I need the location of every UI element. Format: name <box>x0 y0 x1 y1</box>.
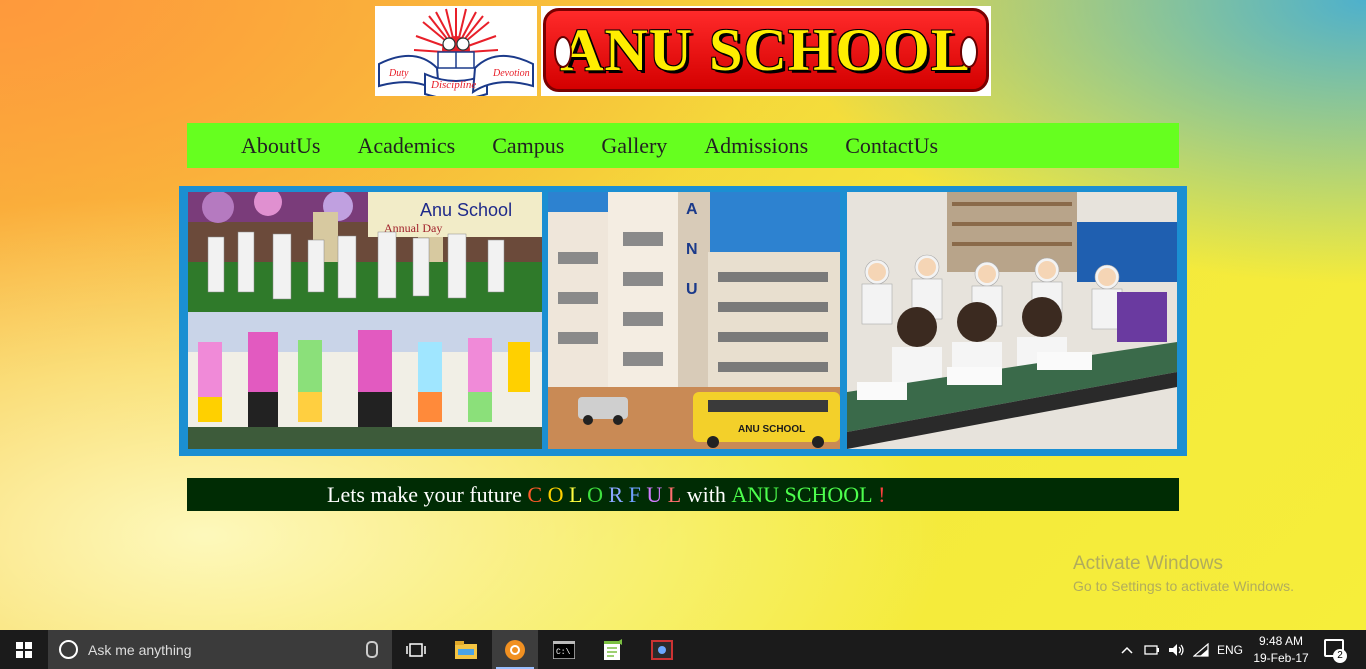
snipping-tool-icon <box>651 639 673 660</box>
photo-annual-day: Anu School Annual Day <box>188 192 542 449</box>
nav-academics[interactable]: Academics <box>357 133 455 159</box>
building-letter-u: U <box>686 281 698 298</box>
building-letter-n: N <box>686 241 698 258</box>
start-button[interactable] <box>0 630 48 669</box>
taskbar-notepad-plus[interactable] <box>590 630 636 669</box>
photo-gallery: Anu School Annual Day A N U ANU SCHOOL <box>179 186 1187 456</box>
photo-campus-building: A N U ANU SCHOOL <box>548 192 840 449</box>
watermark-title: Activate Windows <box>1073 553 1223 574</box>
task-view-button[interactable] <box>393 630 439 669</box>
notepad-icon <box>604 638 622 660</box>
chevron-up-icon <box>1121 646 1133 654</box>
notification-count-badge: 2 <box>1333 649 1347 663</box>
windows-logo-icon <box>16 641 32 658</box>
browser-icon <box>505 639 525 660</box>
show-hidden-icons[interactable] <box>1121 630 1133 669</box>
tagline-letter: L <box>568 481 588 507</box>
tagline-letter: U <box>646 481 668 507</box>
tagline-school: ANU SCHOOL <box>731 481 873 507</box>
banner-dot-left <box>554 36 572 68</box>
nav-admissions[interactable]: Admissions <box>704 133 808 159</box>
logo-word-discipline: Discipline <box>430 79 476 91</box>
tray-power[interactable] <box>1144 630 1160 669</box>
banner-title: ANU SCHOOL <box>560 16 972 83</box>
nav-campus[interactable]: Campus <box>492 133 564 159</box>
battery-icon <box>1144 644 1159 655</box>
task-view-icon <box>406 642 426 657</box>
windows-taskbar: Ask me anything C:\ ENG 9:48 AM 19-Feb-1… <box>0 630 1366 669</box>
taskbar-clock[interactable]: 9:48 AM 19-Feb-17 <box>1248 633 1314 667</box>
nav-gallery[interactable]: Gallery <box>601 133 667 159</box>
wifi-icon <box>1193 642 1209 657</box>
banner-pill: ANU SCHOOL <box>543 8 989 92</box>
school-banner: ANU SCHOOL <box>541 6 991 96</box>
annual-day-sign: Anu School <box>420 200 512 220</box>
tray-language[interactable]: ENG <box>1217 630 1243 669</box>
clock-time: 9:48 AM <box>1258 634 1304 648</box>
tagline-letter: O <box>587 481 609 507</box>
tagline-prefix: Lets make your future <box>327 481 522 507</box>
photo-classroom <box>847 192 1177 449</box>
cortana-search-box[interactable]: Ask me anything <box>48 630 392 669</box>
tagline-exclaim: ! <box>878 481 886 507</box>
tagline-with: with <box>686 481 726 507</box>
tagline-colorful: C O L O R F U L <box>527 482 681 508</box>
cortana-icon <box>59 640 78 659</box>
taskbar-file-explorer[interactable] <box>443 630 489 669</box>
bus-label: ANU SCHOOL <box>738 424 805 435</box>
taskbar-snipping-tool[interactable] <box>639 630 685 669</box>
tagline-letter: C <box>527 481 548 507</box>
school-logo[interactable]: Duty Discipline Devotion <box>375 6 537 96</box>
nav-aboutus[interactable]: AboutUs <box>241 133 320 159</box>
speaker-icon <box>1169 643 1184 656</box>
main-nav: AboutUs Academics Campus Gallery Admissi… <box>187 123 1179 168</box>
tray-network[interactable] <box>1193 630 1209 669</box>
microphone-icon[interactable] <box>366 641 378 658</box>
watermark-subtitle: Go to Settings to activate Windows. <box>1073 578 1294 594</box>
svg-text:C:\: C:\ <box>556 648 571 657</box>
nav-contactus[interactable]: ContactUs <box>845 133 938 159</box>
banner-dot-right <box>960 36 978 68</box>
tagline-letter: F <box>628 481 647 507</box>
tray-volume[interactable] <box>1168 630 1186 669</box>
tagline-letter: L <box>667 481 682 507</box>
tagline-bar: Lets make your future C O L O R F U L wi… <box>187 478 1179 511</box>
clock-date: 19-Feb-17 <box>1253 651 1309 665</box>
school-emblem-icon: Duty Discipline Devotion <box>378 8 534 96</box>
taskbar-browser[interactable] <box>492 630 538 669</box>
building-letter-a: A <box>686 201 698 218</box>
taskbar-command-prompt[interactable]: C:\ <box>541 630 587 669</box>
search-placeholder: Ask me anything <box>88 641 192 658</box>
tagline-letter: O <box>547 481 569 507</box>
tagline-letter: R <box>608 481 629 507</box>
activate-windows-watermark: Activate Windows Go to Settings to activ… <box>1073 553 1294 594</box>
command-prompt-icon: C:\ <box>553 640 575 659</box>
logo-word-duty: Duty <box>388 68 409 79</box>
logo-word-devotion: Devotion <box>492 68 530 79</box>
folder-icon <box>455 640 477 659</box>
